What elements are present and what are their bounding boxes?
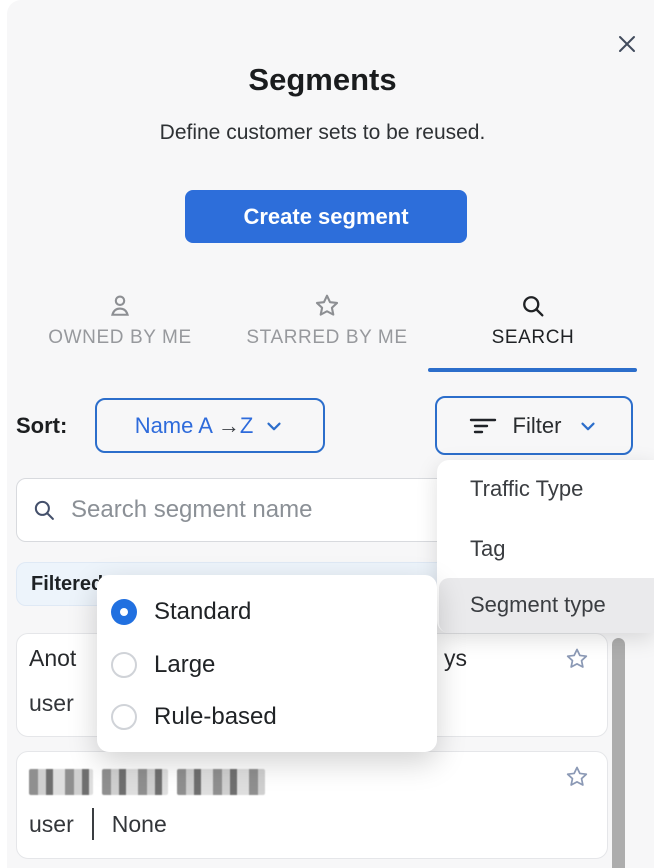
active-tab-underline	[428, 368, 637, 372]
search-icon	[519, 292, 547, 320]
star-icon[interactable]	[564, 646, 590, 672]
person-icon	[106, 292, 134, 320]
filter-dropdown[interactable]: Filter	[435, 396, 633, 455]
sort-value: Name A →Z	[135, 413, 254, 439]
segment-name: Anot	[29, 645, 76, 672]
chevron-down-icon	[263, 415, 285, 437]
tab-search-label: SEARCH	[492, 327, 575, 349]
radio-option-standard[interactable]: Standard	[111, 597, 423, 627]
menu-item-traffic-type[interactable]: Traffic Type	[470, 476, 583, 502]
close-icon[interactable]	[614, 31, 640, 57]
scrollbar-thumb[interactable]	[612, 638, 625, 868]
filter-lines-icon	[469, 413, 497, 439]
menu-item-tag[interactable]: Tag	[470, 536, 505, 562]
chevron-down-icon	[577, 415, 599, 437]
radio-selected-icon[interactable]	[111, 599, 137, 625]
radio-option-rule-based[interactable]: Rule-based	[111, 702, 423, 732]
page-title: Segments	[7, 62, 638, 98]
create-segment-button[interactable]: Create segment	[185, 190, 467, 243]
menu-item-segment-type[interactable]: Segment type	[470, 592, 606, 618]
segment-list-item[interactable]: userNone	[16, 751, 608, 859]
sort-label: Sort:	[16, 413, 67, 439]
tab-starred-by-me-label: STARRED BY ME	[246, 327, 407, 349]
star-icon[interactable]	[564, 764, 590, 790]
filter-menu: Traffic Type Tag Segment type	[437, 460, 654, 633]
segment-name-fragment: ys	[444, 645, 467, 672]
radio-unselected-icon[interactable]	[111, 652, 137, 678]
redacted-segment-name	[29, 769, 265, 795]
sort-dropdown[interactable]: Name A →Z	[95, 398, 325, 453]
segments-drawer: Segments Define customer sets to be reus…	[0, 0, 654, 868]
star-icon	[313, 292, 341, 320]
tab-owned-by-me[interactable]: OWNED BY ME	[34, 292, 206, 349]
segment-meta: userNone	[29, 808, 167, 840]
radio-unselected-icon[interactable]	[111, 704, 137, 730]
segment-meta: user	[29, 690, 74, 717]
tab-owned-by-me-label: OWNED BY ME	[48, 327, 192, 349]
tab-starred-by-me[interactable]: STARRED BY ME	[231, 292, 423, 349]
meta-separator	[92, 808, 94, 840]
radio-option-large[interactable]: Large	[111, 650, 423, 680]
search-icon	[31, 497, 57, 523]
filter-label: Filter	[513, 413, 562, 439]
segment-type-popup: Standard Large Rule-based	[97, 575, 437, 752]
page-subtitle: Define customer sets to be reused.	[7, 121, 638, 145]
tab-search[interactable]: SEARCH	[457, 292, 609, 349]
